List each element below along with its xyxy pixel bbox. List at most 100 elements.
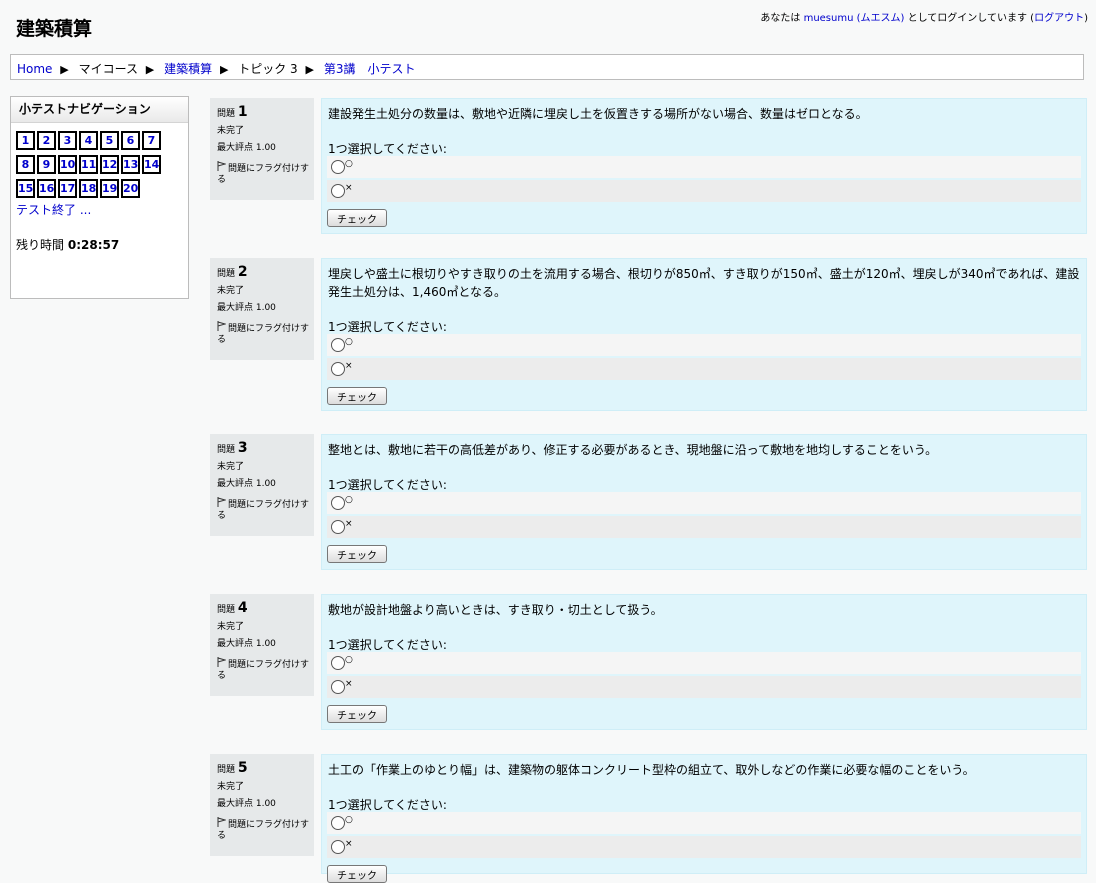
flag-question-link[interactable]: 問題にフラグ付けする: [217, 497, 314, 522]
answer-option-2[interactable]: ×: [327, 676, 1081, 698]
question-text: 埋戻しや盛土に根切りやすき取りの土を流用する場合、根切りが850㎥、すき取りが1…: [328, 267, 1080, 299]
question-nav-button-11[interactable]: 11: [79, 155, 98, 174]
question-number: 問題 3: [217, 440, 314, 459]
answer-radio[interactable]: [331, 361, 345, 376]
question-nav-button-10[interactable]: 10: [58, 155, 77, 174]
check-button[interactable]: チェック: [327, 545, 387, 563]
question-4: 問題 4 未完了 最大評点 1.00 問題にフラグ付けする 敷地が設計地盤より高いときは…: [210, 594, 1087, 730]
flag-label: 問題にフラグ付けする: [217, 324, 310, 345]
question-label: 問題: [217, 765, 236, 775]
page-header: 建築積算 あなたは muesumu (ムエスム) としてログインしています (ロ…: [0, 0, 1096, 52]
question-text: 建設発生土処分の数量は、敷地や近隣に埋戻し土を仮置きする場所がない場合、数量はゼ…: [328, 107, 868, 121]
question-nav-button-1[interactable]: 1: [16, 131, 35, 150]
question-grade: 最大評点 1.00: [217, 799, 276, 809]
answer-label: ×: [345, 183, 353, 193]
question-nav-button-15[interactable]: 15: [16, 179, 35, 198]
flag-icon: [217, 497, 227, 510]
logout-link[interactable]: ログアウト: [1034, 13, 1084, 24]
answer-radio[interactable]: [331, 183, 345, 198]
flag-icon: [217, 321, 227, 334]
flag-label: 問題にフラグ付けする: [217, 164, 310, 185]
answer-radio[interactable]: [331, 519, 345, 534]
question-state: 未完了: [217, 286, 245, 296]
answer-radio[interactable]: [331, 495, 345, 510]
flag-question-link[interactable]: 問題にフラグ付けする: [217, 657, 314, 682]
question-info: 問題 5 未完了最大評点 1.00 問題にフラグ付けする: [210, 754, 314, 856]
answer-radio[interactable]: [331, 815, 345, 830]
question-nav-button-6[interactable]: 6: [121, 131, 140, 150]
question-grade: 最大評点 1.00: [217, 143, 276, 153]
timer-value: 0:28:57: [67, 238, 120, 252]
answer-option-1[interactable]: ○: [327, 156, 1081, 178]
answer-option-2[interactable]: ×: [327, 516, 1081, 538]
answer-radio[interactable]: [331, 679, 345, 694]
question-content: 整地とは、敷地に若干の高低差があり、修正する必要があるとき、現地盤に沿って敷地を…: [321, 434, 1087, 570]
question-state: 未完了: [217, 782, 245, 792]
answer-radio[interactable]: [331, 655, 345, 670]
answer-label: ○: [345, 655, 353, 665]
user-profile-link[interactable]: muesumu (ムエスム): [804, 13, 905, 24]
question-grade: 最大評点 1.00: [217, 639, 276, 649]
question-number-value: 2: [237, 264, 248, 280]
answer-option-1[interactable]: ○: [327, 812, 1081, 834]
question-nav-button-19[interactable]: 19: [100, 179, 119, 198]
question-nav-button-3[interactable]: 3: [58, 131, 77, 150]
check-button[interactable]: チェック: [327, 705, 387, 723]
question-info: 問題 4 未完了 最大評点 1.00 問題にフラグ付けする: [210, 594, 314, 696]
breadcrumb-separator: ▶: [60, 63, 69, 76]
answer-label: ×: [345, 679, 353, 689]
question-2: 問題 2 未完了 最大評点 1.00 問題にフラグ付けする 埋戻しや盛土に根切りやすき取…: [210, 258, 1087, 411]
question-nav-button-17[interactable]: 17: [58, 179, 77, 198]
answer-option-1[interactable]: ○: [327, 652, 1081, 674]
flag-question-link[interactable]: 問題にフラグ付けする: [217, 817, 314, 842]
question-nav-button-4[interactable]: 4: [79, 131, 98, 150]
breadcrumb-my-courses: マイコース: [78, 62, 138, 76]
question-5: 問題 5 未完了最大評点 1.00 問題にフラグ付けする 土工の「作業上のゆとり幅」は…: [210, 754, 1087, 883]
quiz-navigation-block: 小テストナビゲーション 1 2 3 4 5 6 78 9 10 11 12 13 1415 16 17 18 1…: [10, 96, 189, 299]
answer-prompt: 1つ選択してください:: [328, 478, 447, 492]
question-content: 土工の「作業上のゆとり幅」は、建築物の躯体コンクリート型枠の組立て、取外しなどの…: [321, 754, 1087, 883]
question-text: 敷地が設計地盤より高いときは、すき取り・切土として扱う。: [328, 603, 663, 617]
question-nav-button-8[interactable]: 8: [16, 155, 35, 174]
breadcrumb-quiz[interactable]: 第3講 小テスト: [324, 62, 416, 76]
breadcrumb-home[interactable]: Home: [17, 62, 52, 76]
breadcrumb-course[interactable]: 建築積算: [164, 62, 212, 76]
answer-option-2[interactable]: ×: [327, 836, 1081, 858]
question-number: 問題 5: [217, 760, 314, 779]
check-button[interactable]: チェック: [327, 387, 387, 405]
check-button[interactable]: チェック: [327, 209, 387, 227]
check-button[interactable]: チェック: [327, 865, 387, 883]
flag-question-link[interactable]: 問題にフラグ付けする: [217, 321, 314, 346]
answer-option-1[interactable]: ○: [327, 492, 1081, 514]
question-nav-button-12[interactable]: 12: [100, 155, 119, 174]
question-state: 未完了: [217, 462, 245, 472]
question-label: 問題: [217, 269, 236, 279]
question-nav-button-16[interactable]: 16: [37, 179, 56, 198]
answer-radio[interactable]: [331, 337, 345, 352]
question-nav-button-2[interactable]: 2: [37, 131, 56, 150]
question-nav-button-14[interactable]: 14: [142, 155, 161, 174]
answer-prompt: 1つ選択してください:: [328, 798, 447, 812]
flag-label: 問題にフラグ付けする: [217, 660, 310, 681]
question-nav-button-5[interactable]: 5: [100, 131, 119, 150]
question-grade: 最大評点 1.00: [217, 479, 276, 489]
answer-option-1[interactable]: ○: [327, 334, 1081, 356]
answer-option-2[interactable]: ×: [327, 358, 1081, 380]
question-nav-button-9[interactable]: 9: [37, 155, 56, 174]
answer-label: ×: [345, 519, 353, 529]
question-content: 埋戻しや盛土に根切りやすき取りの土を流用する場合、根切りが850㎥、すき取りが1…: [321, 258, 1087, 411]
question-number-value: 4: [237, 600, 248, 616]
question-nav-button-13[interactable]: 13: [121, 155, 140, 174]
answer-radio[interactable]: [331, 159, 345, 174]
finish-attempt-link[interactable]: テスト終了 ...: [16, 201, 188, 218]
answer-prompt: 1つ選択してください:: [328, 142, 447, 156]
question-nav-button-18[interactable]: 18: [79, 179, 98, 198]
question-nav-button-7[interactable]: 7: [142, 131, 161, 150]
breadcrumb-separator: ▶: [305, 63, 314, 76]
answer-radio[interactable]: [331, 839, 345, 854]
login-suffix: ): [1084, 13, 1088, 24]
question-nav-button-20[interactable]: 20: [121, 179, 140, 198]
flag-icon: [217, 657, 227, 670]
flag-question-link[interactable]: 問題にフラグ付けする: [217, 161, 314, 186]
answer-option-2[interactable]: ×: [327, 180, 1081, 202]
